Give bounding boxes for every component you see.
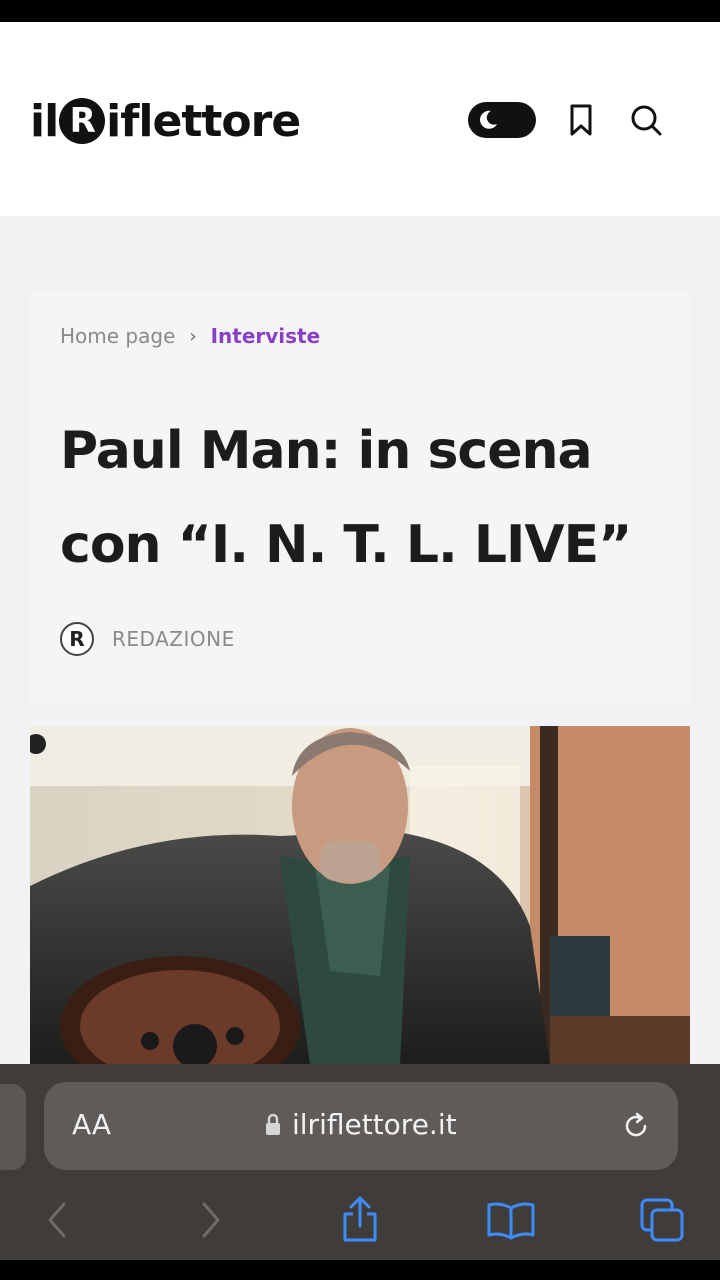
breadcrumb-home-link[interactable]: Home page — [60, 324, 175, 348]
tabs-icon[interactable] — [638, 1196, 688, 1244]
logo-r-mark: R — [59, 98, 106, 144]
forward-icon[interactable] — [196, 1200, 226, 1240]
breadcrumb: Home page › Interviste — [60, 324, 320, 348]
author-avatar: R — [60, 622, 94, 656]
bookmarks-icon[interactable] — [486, 1200, 536, 1240]
safari-toolbar: AA ilriflettore.it — [0, 1064, 720, 1260]
article-header-card: Home page › Interviste Paul Man: in scen… — [30, 292, 690, 704]
site-logo[interactable]: il Riflettore — [30, 86, 301, 156]
url-display: ilriflettore.it — [264, 1108, 457, 1141]
musician-photo-illustration — [30, 726, 690, 1064]
share-icon[interactable] — [340, 1194, 380, 1244]
back-icon[interactable] — [42, 1200, 72, 1240]
reload-icon[interactable] — [620, 1110, 652, 1142]
address-bar[interactable]: AA ilriflettore.it — [44, 1082, 678, 1170]
article-content: Home page › Interviste Paul Man: in scen… — [0, 216, 720, 1064]
author-byline[interactable]: R REDAZIONE — [60, 622, 235, 656]
text-size-button[interactable]: AA — [72, 1108, 111, 1141]
dark-mode-toggle[interactable] — [468, 102, 536, 138]
lock-icon — [266, 1113, 280, 1135]
breadcrumb-category-link[interactable]: Interviste — [211, 324, 321, 348]
site-header: il Riflettore — [0, 22, 720, 216]
breadcrumb-separator: › — [189, 325, 197, 347]
article-featured-photo — [30, 726, 690, 1064]
logo-suffix: iflettore — [106, 95, 301, 147]
search-icon[interactable] — [628, 102, 664, 138]
bookmark-icon[interactable] — [564, 102, 600, 138]
home-indicator-area — [0, 1260, 720, 1280]
url-text: ilriflettore.it — [292, 1108, 457, 1141]
previous-tab-preview[interactable] — [0, 1084, 26, 1170]
status-bar — [0, 0, 720, 22]
logo-prefix: il — [30, 95, 59, 147]
author-name: REDAZIONE — [112, 627, 235, 651]
article-title: Paul Man: in scena con “I. N. T. L. LIVE… — [60, 421, 632, 575]
moon-icon — [480, 110, 497, 129]
